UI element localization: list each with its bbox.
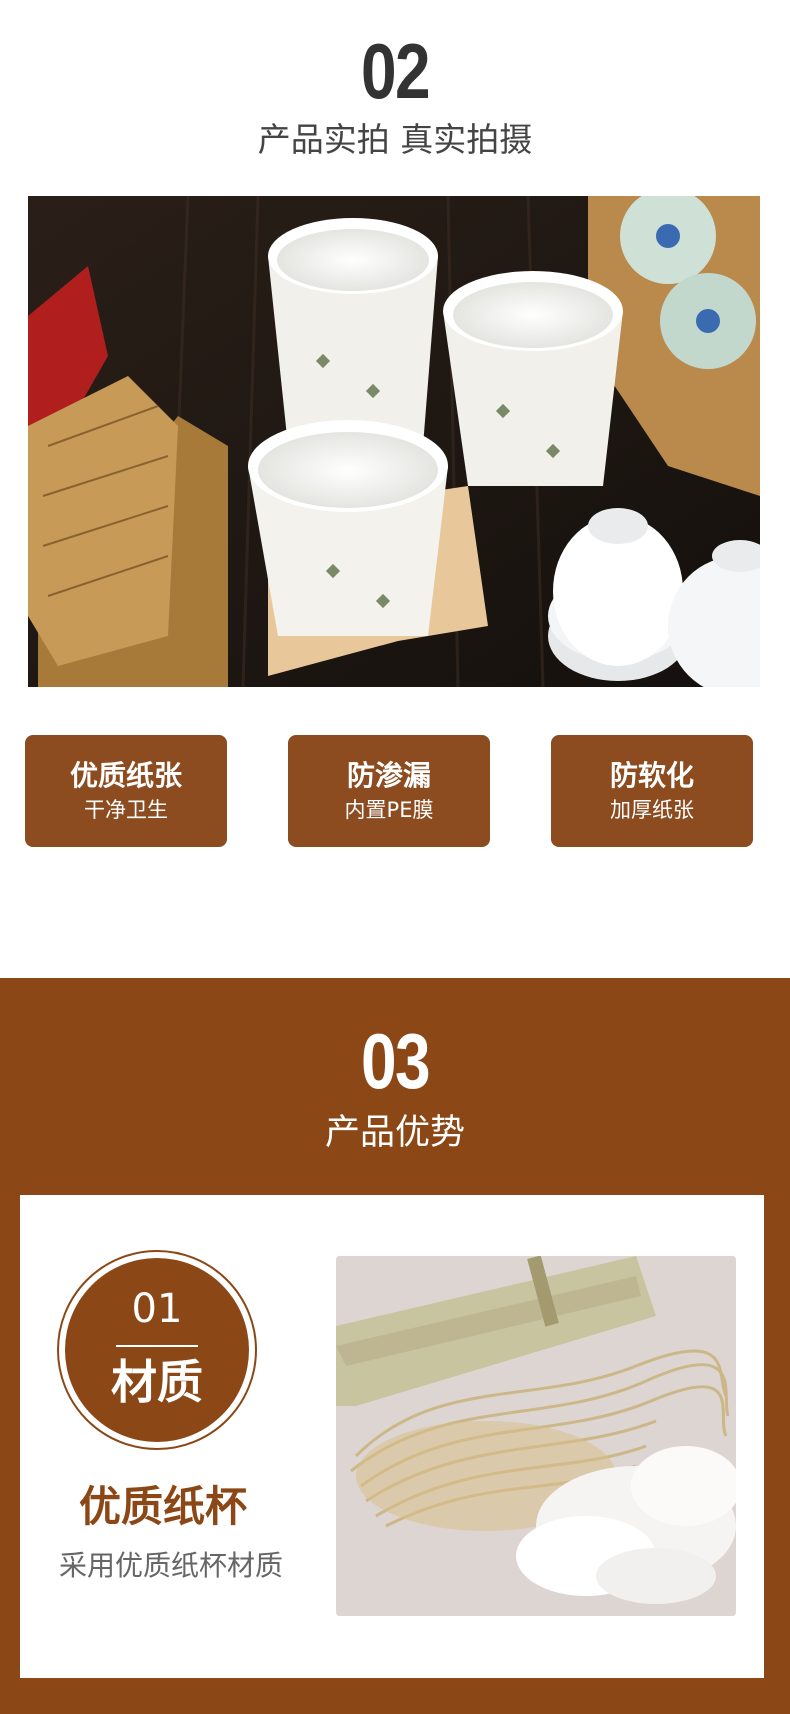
feature-badge-subtitle: 干净卫生 [84, 798, 168, 822]
feature-badge-title: 防渗漏 [346, 759, 431, 792]
feature-badge-leak-proof: 防渗漏 内置PE膜 [288, 735, 490, 847]
advantage-description: 采用优质纸杯材质 [58, 1549, 283, 1582]
feature-badge-title: 优质纸张 [69, 759, 182, 792]
material-photo-fiber [336, 1256, 736, 1616]
feature-badge-quality-paper: 优质纸张 干净卫生 [25, 735, 227, 847]
advantage-label: 材质 [111, 1355, 203, 1409]
feature-badge-title: 防软化 [609, 759, 694, 792]
advantage-divider [116, 1345, 198, 1347]
section-02-subtitle: 产品实拍 真实拍摄 [257, 120, 533, 159]
section-03-subtitle: 产品优势 [324, 1113, 465, 1153]
feature-badge-subtitle: 内置PE膜 [344, 798, 434, 822]
feature-badge-anti-soften: 防软化 加厚纸张 [551, 735, 753, 847]
feature-badge-subtitle: 加厚纸张 [610, 798, 694, 822]
product-photo-cups [28, 196, 760, 687]
section-02-number: 02 [361, 27, 431, 115]
advantage-number: 01 [131, 1286, 183, 1332]
section-03-number: 03 [361, 1017, 431, 1105]
advantage-headline: 优质纸杯 [78, 1482, 247, 1531]
